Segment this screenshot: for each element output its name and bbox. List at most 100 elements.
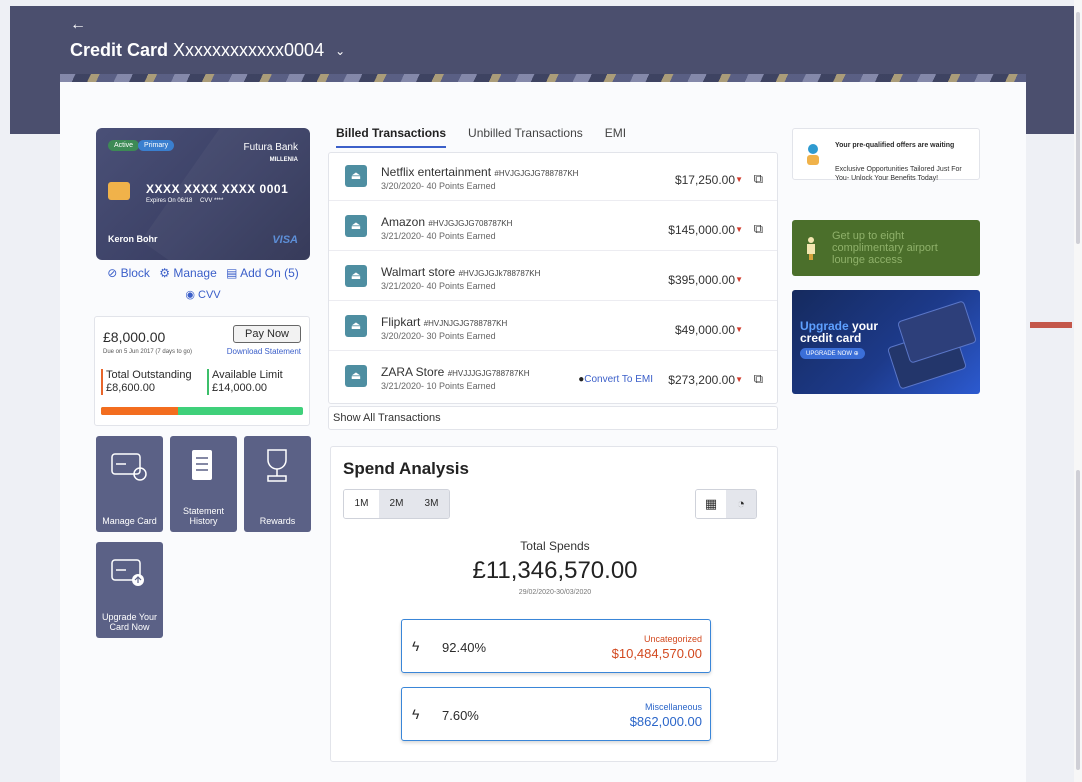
chevron-down-icon[interactable]: ⌄ [335,44,345,58]
traveller-icon [807,237,815,260]
upgrade-now-button[interactable]: UPGRADE NOW ⊕ [800,348,865,359]
expand-down-icon[interactable]: ▼ [735,275,743,284]
merchant-name: Walmart store [381,265,456,279]
lounge-access-banner[interactable]: Get up to eight complimentary airport lo… [792,220,980,276]
pie-view-icon[interactable]: ◔ [726,490,756,518]
period-3m[interactable]: 3M [414,490,449,518]
spend-category-card[interactable]: ϟ 7.60% Miscellaneous $862,000.00 [401,687,711,741]
transaction-title: Netflix entertainment #HVJGJGJG788787KH [381,165,578,179]
spend-category-card[interactable]: ϟ 92.40% Uncategorized $10,484,570.00 [401,619,711,673]
decorative-pattern [60,74,1026,82]
offer-title: Your pre-qualified offers are waiting [835,142,955,149]
transaction-row[interactable]: ⏏ Netflix entertainment #HVJGJGJG788787K… [329,153,777,201]
transaction-ref: #HVJNJGJG788787KH [423,319,508,328]
trophy-icon [267,449,287,482]
scrollbar-thumb[interactable] [1076,12,1080,244]
card-cvv-masked: CVV **** [200,198,224,204]
download-statement-link[interactable]: Download Statement [227,347,301,356]
manage-card-tile[interactable]: Manage Card [96,436,163,532]
bolt-icon: ϟ [412,638,420,654]
promo-card-image [896,300,978,364]
transaction-meta: 3/21/2020- 40 Points Earned [381,231,496,241]
available-limit-value: £14,000.00 [212,382,268,394]
merchant-icon: ⏏ [345,265,367,287]
rewards-tile[interactable]: Rewards [244,436,311,532]
tab-emi[interactable]: EMI [605,126,626,148]
page-title-label: Credit Card [70,40,169,60]
transaction-title: Amazon #HVJGJGJG708787KH [381,215,512,229]
expand-down-icon[interactable]: ▼ [735,325,743,334]
receipt-icon[interactable]: ⧉ [754,171,763,187]
cvv-link[interactable]: ◉ CVV [96,288,310,301]
total-outstanding: Total Outstanding £8,600.00 [101,369,192,395]
merchant-name: ZARA Store [381,365,445,379]
receipt-icon[interactable]: ⧉ [754,221,763,237]
card-actions: ⊘ Block ⚙ Manage ▤ Add On (5) [96,266,310,280]
merchant-name: Netflix entertainment [381,165,492,179]
visa-logo: VISA [272,234,298,246]
due-date-note: Due on 5 Jun 2017 (7 days to go) [103,349,193,355]
pre-qualified-offer-card[interactable]: Your pre-qualified offers are waiting Ex… [792,128,980,182]
transaction-ref: #HVJGJGJG788787KH [494,169,579,178]
tab-unbilled[interactable]: Unbilled Transactions [468,126,583,148]
manage-card-label: Manage Card [102,516,157,526]
period-1m[interactable]: 1M [344,490,379,518]
period-selector: 1M 2M 3M [343,489,450,519]
merchant-name: Flipkart [381,315,421,329]
tab-billed[interactable]: Billed Transactions [336,126,447,148]
addon-link[interactable]: ▤ Add On (5) [226,266,299,280]
transaction-list: ⏏ Netflix entertainment #HVJGJGJG788787K… [328,152,778,404]
limit-usage-bar [101,407,303,415]
show-all-transactions-link[interactable]: Show All Transactions [328,406,778,430]
merchant-icon: ⏏ [345,315,367,337]
transaction-row[interactable]: ⏏ Walmart store #HVJGJGJk788787KH 3/21/2… [329,253,777,301]
expand-down-icon[interactable]: ▼ [735,225,743,234]
page-title[interactable]: Credit Card Xxxxxxxxxxxx0004 ⌄ [70,40,345,61]
card-settings-icon [111,453,147,481]
total-outstanding-value: £8,600.00 [106,382,155,394]
transaction-ref: #HVJJJGJG788787KH [447,369,530,378]
category-value: $10,484,570.00 [611,646,702,661]
transaction-ref: #HVJGJGJG708787KH [428,219,513,228]
transaction-meta: 3/21/2020- 40 Points Earned [381,281,496,291]
available-limit-label: Available Limit [212,369,283,381]
statement-history-tile[interactable]: Statement History [170,436,237,532]
scrollbar-thumb-lower[interactable] [1076,470,1080,770]
merchant-name: Amazon [381,215,426,229]
spend-analysis-panel: Spend Analysis 1M 2M 3M ▦ ◔ Total Spends… [330,446,778,762]
transaction-title: ZARA Store #HVJJJGJG788787KH [381,365,530,379]
total-spends-value: £11,346,570.00 [472,557,638,584]
bolt-icon: ϟ [412,706,420,722]
back-arrow-icon[interactable]: ← [70,16,86,34]
transaction-row[interactable]: ⏏ Amazon #HVJGJGJG708787KH 3/21/2020- 40… [329,203,777,251]
upgrade-card-label: Upgrade Your Card Now [101,612,158,632]
transaction-ref: #HVJGJGJk788787KH [458,269,541,278]
card-upgrade-icon [111,559,144,586]
available-limit: Available Limit £14,000.00 [207,369,283,395]
merchant-icon: ⏏ [345,365,367,387]
period-2m[interactable]: 2M [379,490,414,518]
pay-now-button[interactable]: Pay Now [233,325,301,343]
transaction-meta: 3/20/2020- 40 Points Earned [381,181,496,191]
manage-link[interactable]: ⚙ Manage [159,266,216,280]
card-expiry: Expires On 06/18 [146,198,193,204]
transaction-amount: $273,200.00 [668,373,735,387]
transaction-row[interactable]: ⏏ ZARA Store #HVJJJGJG788787KH 3/21/2020… [329,353,777,401]
transaction-row[interactable]: ⏏ Flipkart #HVJNJGJG788787KH 3/20/2020- … [329,303,777,351]
upgrade-card-tile[interactable]: Upgrade Your Card Now [96,542,163,638]
expand-down-icon[interactable]: ▼ [735,375,743,384]
category-name: Miscellaneous [644,702,702,712]
convert-to-emi-label: Convert To EMI [584,374,653,385]
scrollbar[interactable] [1074,0,1082,782]
grid-view-icon[interactable]: ▦ [696,490,726,518]
category-percentage: 92.40% [442,640,487,655]
block-link[interactable]: ⊘ Block [107,266,150,280]
dues-panel: £8,000.00 Due on 5 Jun 2017 (7 days to g… [94,316,310,426]
convert-to-emi-link[interactable]: ●Convert To EMI [578,374,653,385]
expand-down-icon[interactable]: ▼ [735,175,743,184]
upgrade-card-promo[interactable]: Upgrade your credit card UPGRADE NOW ⊕ [792,290,980,394]
receipt-icon[interactable]: ⧉ [754,371,763,387]
chip-icon [108,182,130,200]
category-value: $862,000.00 [629,714,702,729]
spend-analysis-title: Spend Analysis [343,459,469,478]
